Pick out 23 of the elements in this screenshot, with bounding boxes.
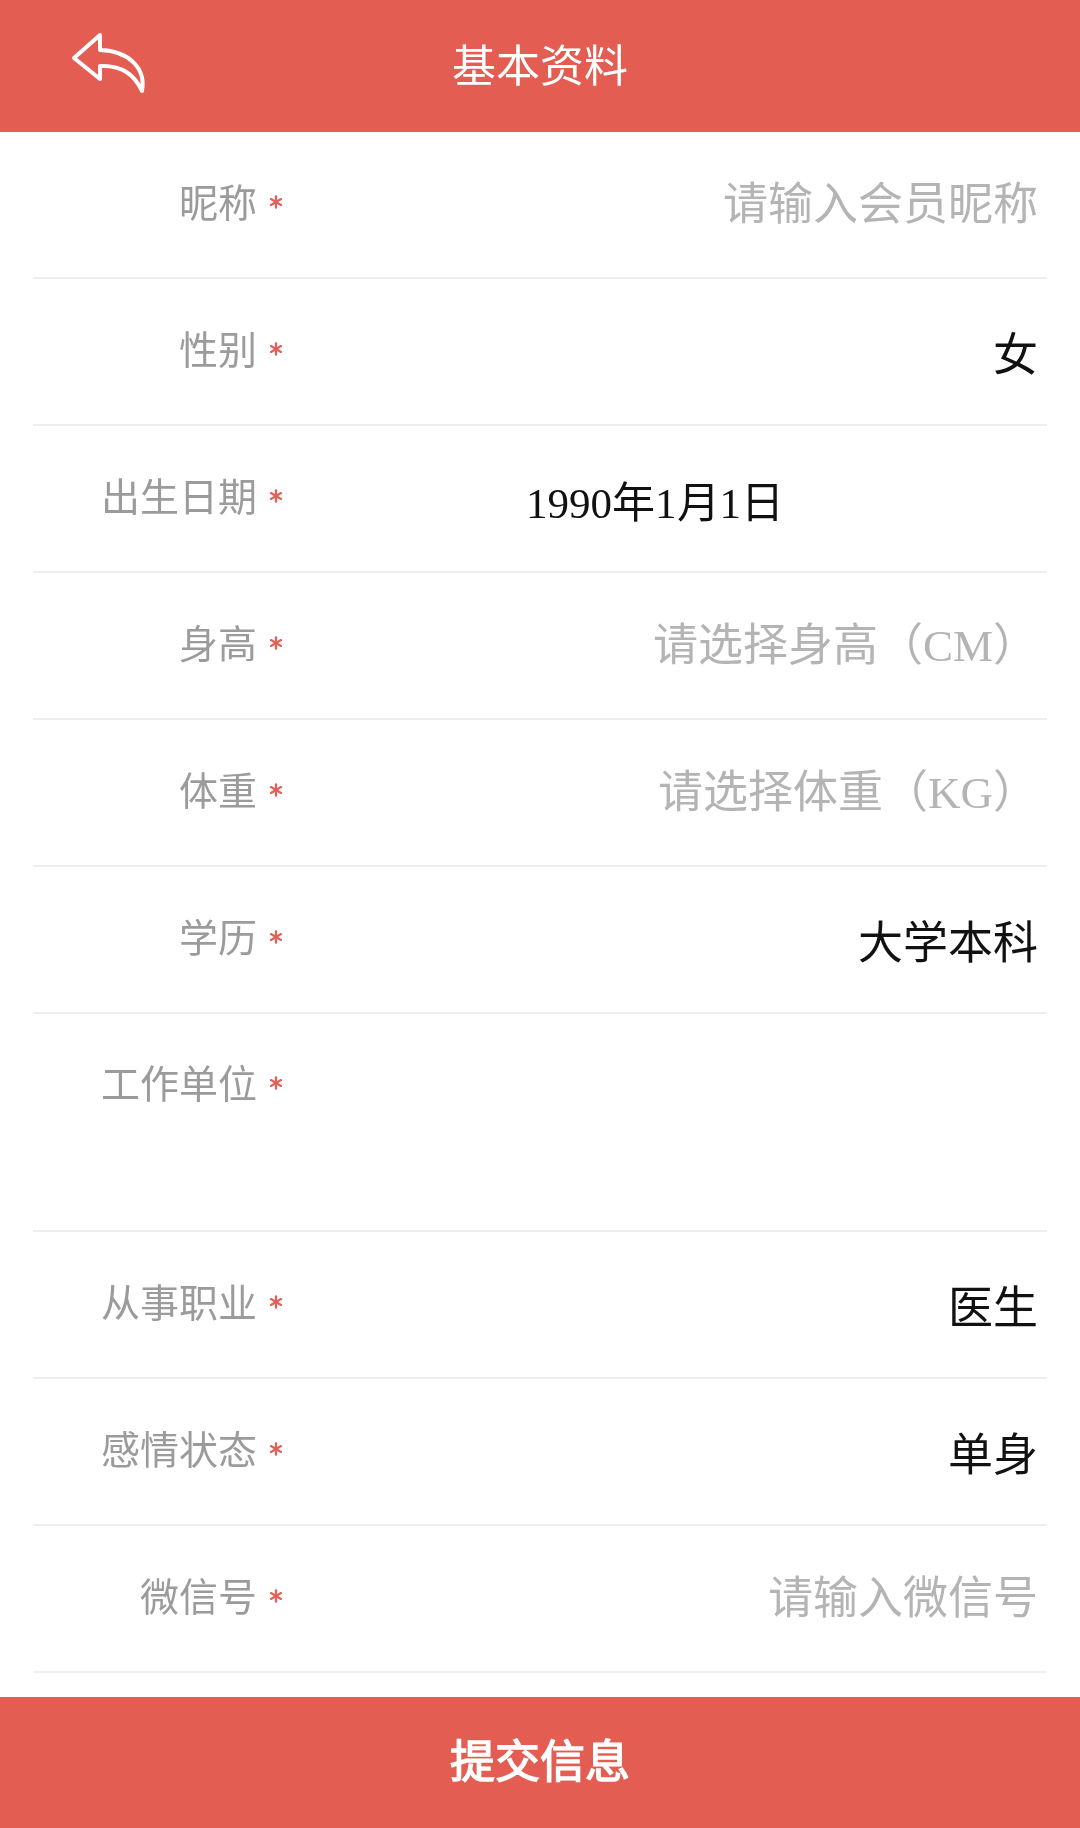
- field-label: 工作单位: [101, 1063, 257, 1106]
- picker-field[interactable]: 女: [990, 321, 1038, 382]
- text-field[interactable]: 请输入会员昵称: [720, 174, 1038, 235]
- field-label: 出生日期: [101, 476, 257, 520]
- picker-field[interactable]: 单身: [945, 1421, 1038, 1482]
- back-button[interactable]: [70, 30, 148, 95]
- picker-field[interactable]: 请选择身高（CM）: [649, 615, 1038, 676]
- picker-field[interactable]: 请选择体重（KG）: [655, 762, 1038, 823]
- field-label: 身高: [179, 623, 257, 667]
- field-label: 昵称: [179, 182, 257, 226]
- field-label: 体重: [179, 770, 257, 814]
- submit-button[interactable]: 提交信息: [0, 1697, 1080, 1828]
- picker-field[interactable]: 医生: [945, 1274, 1038, 1335]
- back-arrow-icon: [70, 30, 148, 95]
- text-field[interactable]: 请输入微信号: [765, 1568, 1038, 1629]
- field-label: 学历: [179, 917, 257, 961]
- field-label: 微信号: [140, 1576, 257, 1620]
- field-label: 性别: [179, 329, 257, 373]
- field-label: 感情状态: [101, 1429, 257, 1473]
- picker-field[interactable]: 大学本科: [855, 909, 1038, 970]
- page-title: 基本资料: [452, 40, 628, 93]
- field-label: 从事职业: [101, 1282, 257, 1326]
- date-field[interactable]: 1990年1月1日: [526, 468, 787, 529]
